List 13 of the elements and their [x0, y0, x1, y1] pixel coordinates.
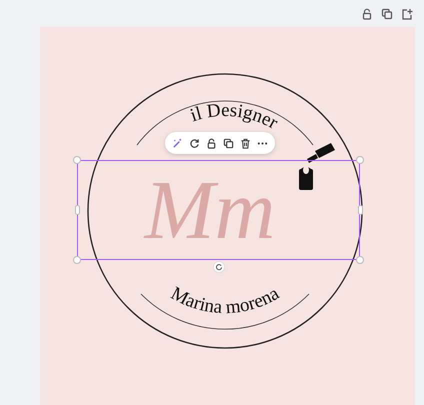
trash-icon[interactable] [240, 138, 251, 148]
duplicate-icon[interactable] [223, 138, 234, 148]
magic-edit-icon[interactable] [172, 138, 183, 148]
lock-icon[interactable] [361, 8, 373, 20]
rotate-handle-icon[interactable] [213, 261, 225, 273]
brand-name-text: Marina morena [167, 282, 283, 318]
monogram-text: Mm [144, 164, 276, 257]
add-page-icon[interactable] [401, 8, 413, 20]
nail-polish-icon [299, 143, 335, 190]
refresh-icon[interactable] [189, 138, 200, 148]
tagline-text: il Designer [188, 100, 282, 134]
lock-icon[interactable] [206, 138, 217, 148]
duplicate-icon[interactable] [381, 8, 393, 20]
